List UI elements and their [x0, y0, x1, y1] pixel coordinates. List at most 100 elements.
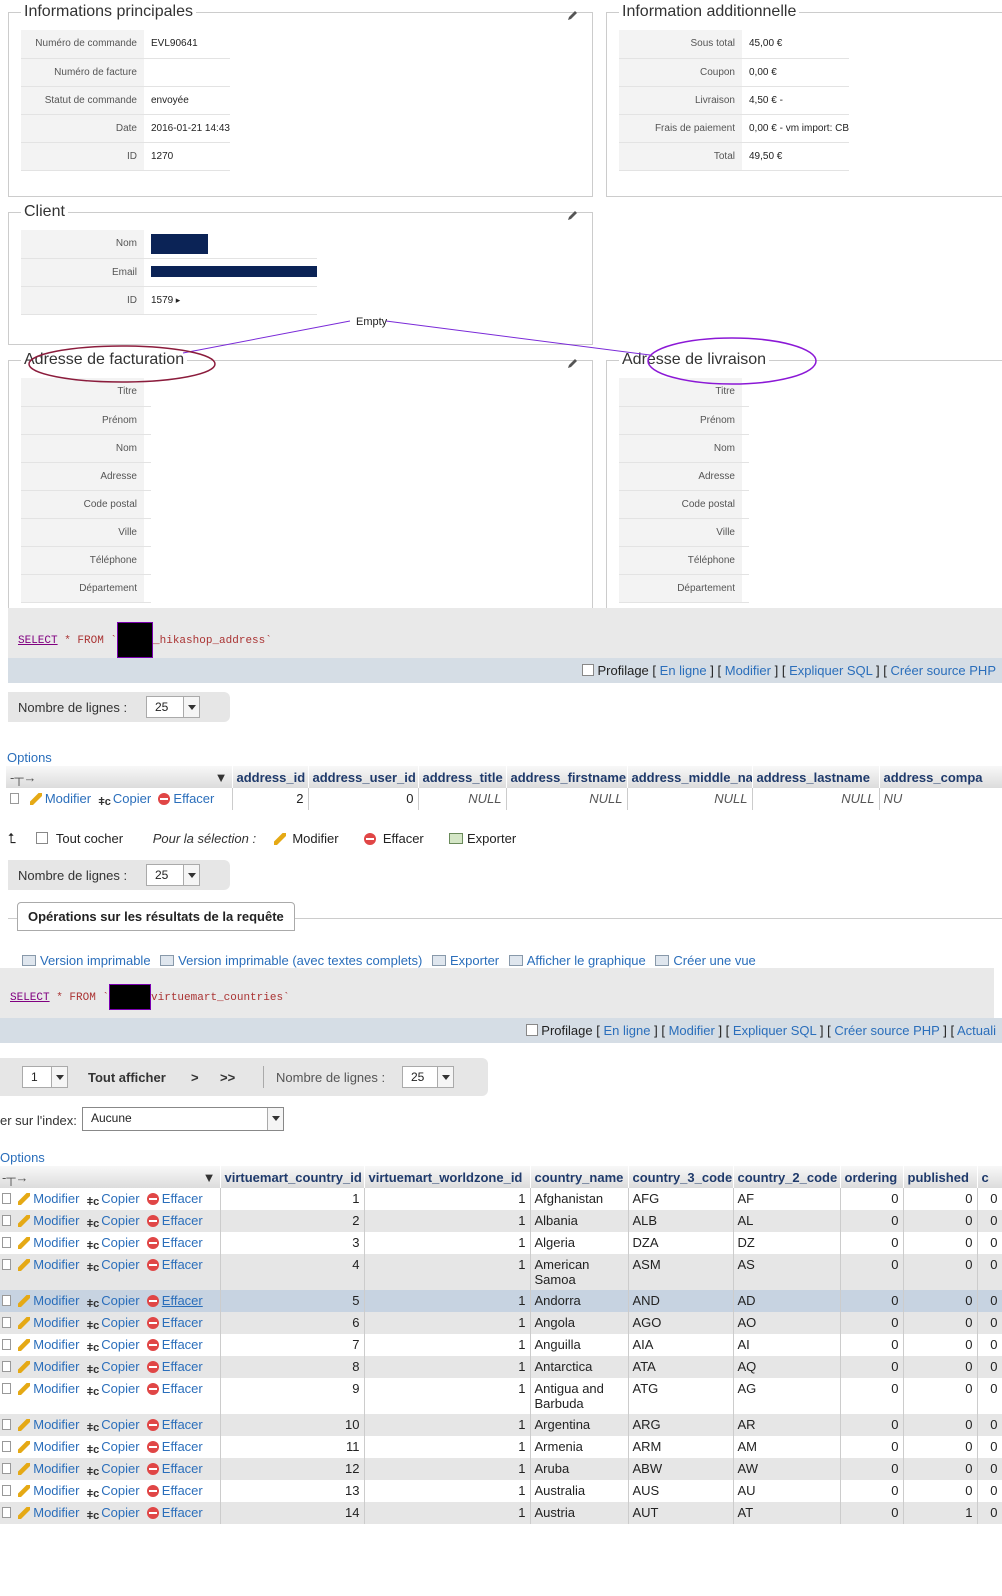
- cell[interactable]: 0: [903, 1436, 978, 1458]
- cell[interactable]: 0: [903, 1480, 978, 1502]
- cell[interactable]: 0: [903, 1254, 978, 1290]
- cell[interactable]: ASM: [628, 1254, 734, 1290]
- delete-link[interactable]: Effacer: [162, 1337, 203, 1352]
- cell[interactable]: 0: [840, 1232, 904, 1254]
- copy-icon[interactable]: ǂc: [87, 1509, 100, 1522]
- pencil-icon[interactable]: [18, 1361, 31, 1373]
- pencil-icon[interactable]: [18, 1259, 31, 1271]
- col-address-id[interactable]: address_id: [232, 766, 309, 788]
- delete-icon[interactable]: [146, 1259, 159, 1271]
- cell[interactable]: AI: [733, 1334, 841, 1356]
- col-ordering[interactable]: ordering: [840, 1166, 904, 1188]
- row-checkbox[interactable]: [10, 793, 19, 804]
- cell[interactable]: 1: [364, 1188, 531, 1210]
- copy-icon[interactable]: ǂc: [87, 1261, 100, 1274]
- cell[interactable]: 0: [977, 1210, 1002, 1232]
- cell[interactable]: 11: [220, 1436, 365, 1458]
- cell[interactable]: 8: [220, 1356, 365, 1378]
- cell[interactable]: ARM: [628, 1436, 734, 1458]
- cell[interactable]: 0: [903, 1290, 978, 1312]
- query-ops-tab[interactable]: Opérations sur les résultats de la requê…: [17, 902, 295, 931]
- cell[interactable]: 0: [840, 1334, 904, 1356]
- copy-link[interactable]: Copier: [101, 1235, 139, 1250]
- cell[interactable]: 0: [903, 1334, 978, 1356]
- copy-link[interactable]: Copier: [101, 1213, 139, 1228]
- delete-icon[interactable]: [146, 1441, 159, 1453]
- row-checkbox[interactable]: [2, 1317, 11, 1328]
- row-checkbox[interactable]: [2, 1441, 11, 1452]
- pencil-icon[interactable]: [18, 1295, 31, 1307]
- cell[interactable]: ATA: [628, 1356, 734, 1378]
- cell[interactable]: ABW: [628, 1458, 734, 1480]
- delete-link[interactable]: Effacer: [162, 1191, 203, 1206]
- delete-link[interactable]: Effacer: [162, 1417, 203, 1432]
- pencil-icon[interactable]: [566, 210, 578, 222]
- cell[interactable]: 0: [977, 1254, 1002, 1290]
- cell[interactable]: 0: [977, 1312, 1002, 1334]
- print-view-full-link[interactable]: Version imprimable (avec textes complets…: [178, 953, 422, 968]
- col-country-id[interactable]: virtuemart_country_id: [220, 1166, 365, 1188]
- cell[interactable]: 0: [840, 1502, 904, 1524]
- cell[interactable]: NU: [879, 788, 1002, 810]
- cell[interactable]: Algeria: [530, 1232, 629, 1254]
- delete-link[interactable]: Effacer: [173, 791, 214, 806]
- sql-keyword[interactable]: SELECT: [10, 992, 50, 1004]
- cell[interactable]: 1: [364, 1254, 531, 1290]
- cell[interactable]: 0: [840, 1210, 904, 1232]
- delete-icon[interactable]: [146, 1339, 159, 1351]
- copy-icon[interactable]: ǂc: [87, 1239, 100, 1252]
- print-view-link[interactable]: Version imprimable: [40, 953, 151, 968]
- pencil-icon[interactable]: [18, 1507, 31, 1519]
- chevron-down-icon[interactable]: [183, 865, 199, 885]
- cell[interactable]: 0: [840, 1188, 904, 1210]
- delete-icon[interactable]: [146, 1507, 159, 1519]
- cell[interactable]: 0: [977, 1458, 1002, 1480]
- col-country-3-code[interactable]: country_3_code: [628, 1166, 734, 1188]
- copy-link[interactable]: Copier: [101, 1381, 139, 1396]
- row-checkbox[interactable]: [2, 1259, 11, 1270]
- cell[interactable]: 1: [364, 1312, 531, 1334]
- cell[interactable]: 9: [220, 1378, 365, 1414]
- row-checkbox[interactable]: [2, 1507, 11, 1518]
- cell[interactable]: 2: [220, 1210, 365, 1232]
- create-php-link[interactable]: Créer source PHP: [834, 1023, 939, 1038]
- delete-link[interactable]: Effacer: [162, 1235, 203, 1250]
- delete-icon[interactable]: [146, 1295, 159, 1307]
- cell[interactable]: NULL: [418, 788, 507, 810]
- cell[interactable]: 0: [903, 1378, 978, 1414]
- cell[interactable]: 0: [903, 1232, 978, 1254]
- cell[interactable]: 6: [220, 1312, 365, 1334]
- copy-icon[interactable]: ǂc: [87, 1195, 100, 1208]
- delete-link[interactable]: Effacer: [162, 1483, 203, 1498]
- cell[interactable]: 10: [220, 1414, 365, 1436]
- cell[interactable]: Austria: [530, 1502, 629, 1524]
- create-view-link[interactable]: Créer une vue: [673, 953, 755, 968]
- cell[interactable]: American Samoa: [530, 1254, 629, 1290]
- cell[interactable]: 5: [220, 1290, 365, 1312]
- copy-link[interactable]: Copier: [101, 1191, 139, 1206]
- pencil-icon[interactable]: [29, 793, 42, 805]
- copy-icon[interactable]: ǂc: [87, 1363, 100, 1376]
- cell[interactable]: 0: [840, 1378, 904, 1414]
- cell[interactable]: 0: [977, 1436, 1002, 1458]
- table-sort-header[interactable]: -┬→ ▼: [6, 766, 233, 788]
- edit-link[interactable]: Modifier: [33, 1439, 79, 1454]
- cell[interactable]: 1: [364, 1414, 531, 1436]
- cell[interactable]: Antigua and Barbuda: [530, 1378, 629, 1414]
- cell[interactable]: AU: [733, 1480, 841, 1502]
- col-address-title[interactable]: address_title: [418, 766, 507, 788]
- pencil-icon[interactable]: [18, 1215, 31, 1227]
- cell[interactable]: 0: [308, 788, 419, 810]
- inline-edit-link[interactable]: En ligne: [660, 663, 707, 678]
- cell[interactable]: ATG: [628, 1378, 734, 1414]
- row-checkbox[interactable]: [2, 1339, 11, 1350]
- cell[interactable]: 12: [220, 1458, 365, 1480]
- row-checkbox[interactable]: [2, 1237, 11, 1248]
- bulk-export-button[interactable]: Exporter: [449, 831, 516, 846]
- copy-link[interactable]: Copier: [101, 1359, 139, 1374]
- delete-link[interactable]: Effacer: [162, 1461, 203, 1476]
- modify-query-link[interactable]: Modifier: [669, 1023, 715, 1038]
- explain-sql-link[interactable]: Expliquer SQL: [789, 663, 872, 678]
- cell[interactable]: ALB: [628, 1210, 734, 1232]
- copy-icon[interactable]: ǂc: [87, 1487, 100, 1500]
